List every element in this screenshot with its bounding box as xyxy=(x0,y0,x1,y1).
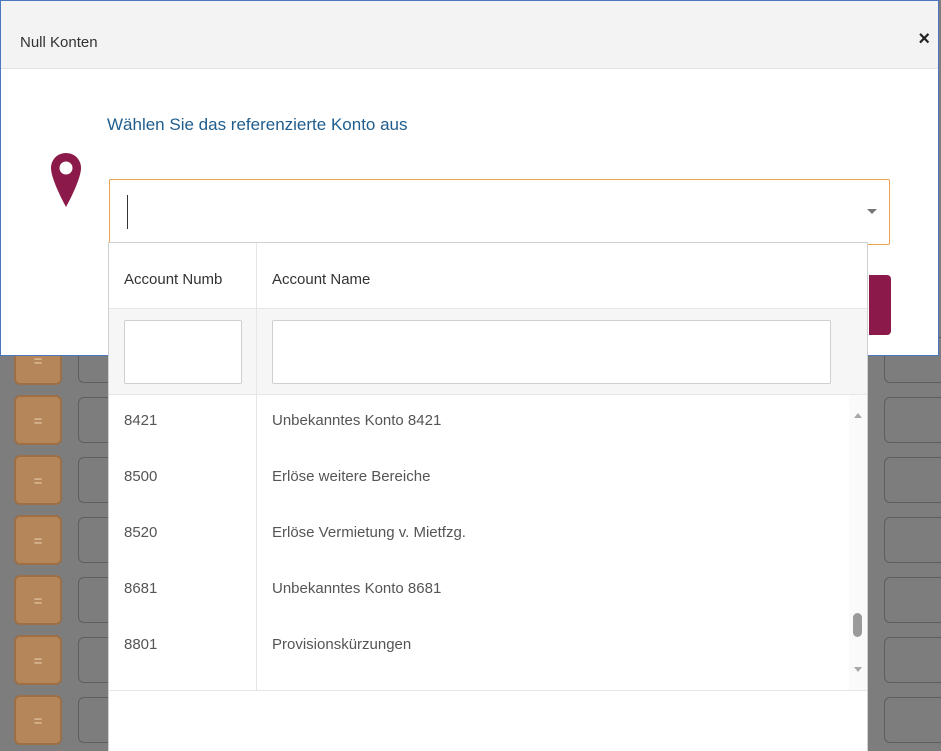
row-field-right[interactable] xyxy=(884,577,941,623)
row-field-right[interactable] xyxy=(884,397,941,443)
grid-header: Account Numb Account Name xyxy=(109,243,867,309)
dialog-action-button[interactable] xyxy=(869,275,891,335)
row-equals-button[interactable]: = xyxy=(14,575,62,625)
column-header-account-number[interactable]: Account Numb xyxy=(124,271,256,288)
account-name-cell: Erlöse Vermietung v. Mietfzg. xyxy=(272,524,466,541)
row-field-right[interactable] xyxy=(884,637,941,683)
table-row[interactable]: 8421 Unbekanntes Konto 8421 xyxy=(109,395,849,451)
row-field-right[interactable] xyxy=(884,517,941,563)
account-number-filter-input[interactable] xyxy=(124,320,242,384)
scrollbar-thumb[interactable] xyxy=(853,613,862,637)
account-name-filter-input[interactable] xyxy=(272,320,831,384)
table-row[interactable]: 8520 Erlöse Vermietung v. Mietfzg. xyxy=(109,507,849,563)
table-row[interactable]: 8801 Provisionskürzungen xyxy=(109,619,849,675)
select-account-prompt: Wählen Sie das referenzierte Konto aus xyxy=(107,115,408,134)
vertical-scrollbar[interactable] xyxy=(849,395,867,690)
account-number-cell: 8801 xyxy=(124,636,158,653)
row-equals-button[interactable]: = xyxy=(14,395,62,445)
account-dropdown-grid: Account Numb Account Name 8421 Unbekannt… xyxy=(108,242,868,751)
row-equals-button[interactable]: = xyxy=(14,695,62,745)
dialog-title: Null Konten xyxy=(20,34,98,51)
row-field-right[interactable] xyxy=(884,457,941,503)
account-number-cell: 8421 xyxy=(124,412,158,429)
account-combobox[interactable] xyxy=(109,179,890,245)
text-caret xyxy=(127,195,128,229)
dropdown-arrow-icon[interactable] xyxy=(867,209,877,214)
row-equals-button[interactable]: = xyxy=(14,515,62,565)
scroll-up-arrow-icon[interactable] xyxy=(854,413,862,418)
table-row[interactable]: 8681 Unbekanntes Konto 8681 xyxy=(109,563,849,619)
column-header-account-name[interactable]: Account Name xyxy=(272,271,370,288)
row-equals-button[interactable]: = xyxy=(14,635,62,685)
filter-row xyxy=(109,309,867,395)
table-row[interactable]: 8500 Erlöse weitere Bereiche xyxy=(109,451,849,507)
account-name-cell: Unbekanntes Konto 8681 xyxy=(272,580,442,597)
account-number-cell: 8681 xyxy=(124,580,158,597)
account-name-cell: Provisionskürzungen xyxy=(272,636,412,653)
account-name-cell: Erlöse weitere Bereiche xyxy=(272,468,431,485)
row-equals-button[interactable]: = xyxy=(14,455,62,505)
account-number-cell: 8500 xyxy=(124,468,158,485)
map-pin-icon xyxy=(51,153,81,207)
grid-footer-divider xyxy=(109,690,867,691)
account-number-cell: 8520 xyxy=(124,524,158,541)
row-field-right[interactable] xyxy=(884,697,941,743)
dialog-header: Null Konten × xyxy=(1,1,938,69)
scroll-down-arrow-icon[interactable] xyxy=(854,667,862,672)
account-name-cell: Unbekanntes Konto 8421 xyxy=(272,412,442,429)
close-button[interactable]: × xyxy=(918,29,930,49)
